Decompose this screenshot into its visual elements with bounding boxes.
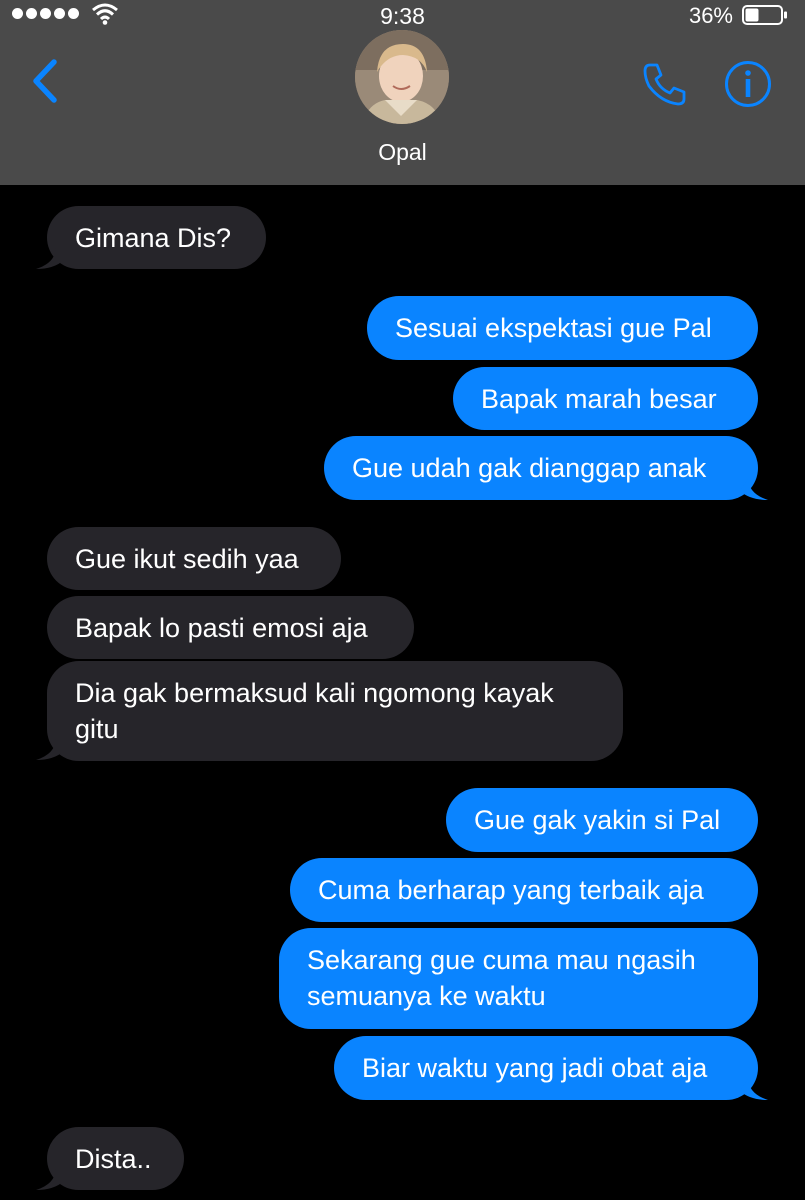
message-bubble-outgoing[interactable]: Sesuai ekspektasi gue Pal xyxy=(367,296,758,360)
message-text: Bapak marah besar xyxy=(481,384,717,414)
incoming-bubble-tail xyxy=(36,248,64,269)
message-text: Dia gak bermaksud kali ngomong kayak git… xyxy=(75,678,554,744)
contact-name[interactable]: Opal xyxy=(0,139,805,166)
status-time: 9:38 xyxy=(380,3,425,29)
message-text: Sekarang gue cuma mau ngasih semuanya ke… xyxy=(307,945,696,1011)
message-text: Bapak lo pasti emosi aja xyxy=(75,613,368,643)
message-text: Gue ikut sedih yaa xyxy=(75,544,299,574)
message-bubble-outgoing[interactable]: Gue gak yakin si Pal xyxy=(446,788,758,852)
info-icon[interactable] xyxy=(724,60,772,108)
back-chevron-icon[interactable] xyxy=(28,58,64,104)
message-text: Gue gak yakin si Pal xyxy=(474,805,721,835)
outgoing-bubble-tail xyxy=(740,479,768,500)
outgoing-bubble-tail xyxy=(740,1079,768,1100)
chat-header: 9:38 36% Opal xyxy=(0,0,805,185)
battery-icon xyxy=(742,5,787,25)
message-text: Dista.. xyxy=(75,1144,152,1174)
message-bubble-outgoing[interactable]: Biar waktu yang jadi obat aja xyxy=(334,1036,758,1100)
incoming-bubble-tail xyxy=(36,739,64,760)
message-text: Gimana Dis? xyxy=(75,223,232,253)
battery-percent: 36% xyxy=(688,3,733,28)
incoming-bubble-tail xyxy=(36,1169,64,1190)
message-text: Cuma berharap yang terbaik aja xyxy=(318,875,704,905)
message-bubble-incoming[interactable]: Dia gak bermaksud kali ngomong kayak git… xyxy=(47,661,623,761)
message-text: Biar waktu yang jadi obat aja xyxy=(362,1053,708,1083)
message-bubble-outgoing[interactable]: Sekarang gue cuma mau ngasih semuanya ke… xyxy=(279,928,758,1029)
avatar-image xyxy=(355,30,449,124)
message-bubble-outgoing[interactable]: Gue udah gak dianggap anak xyxy=(324,436,758,500)
message-text: Sesuai ekspektasi gue Pal xyxy=(395,313,712,343)
phone-icon[interactable] xyxy=(641,60,689,108)
contact-avatar[interactable] xyxy=(355,30,449,124)
message-bubble-outgoing[interactable]: Cuma berharap yang terbaik aja xyxy=(290,858,758,922)
status-bar: 9:38 36% xyxy=(0,0,805,30)
message-bubble-outgoing[interactable]: Bapak marah besar xyxy=(453,367,758,430)
message-bubble-incoming[interactable]: Dista.. xyxy=(47,1127,184,1190)
message-bubble-incoming[interactable]: Bapak lo pasti emosi aja xyxy=(47,596,414,659)
message-bubble-incoming[interactable]: Gimana Dis? xyxy=(47,206,266,269)
message-bubble-incoming[interactable]: Gue ikut sedih yaa xyxy=(47,527,341,590)
message-text: Gue udah gak dianggap anak xyxy=(352,453,707,483)
